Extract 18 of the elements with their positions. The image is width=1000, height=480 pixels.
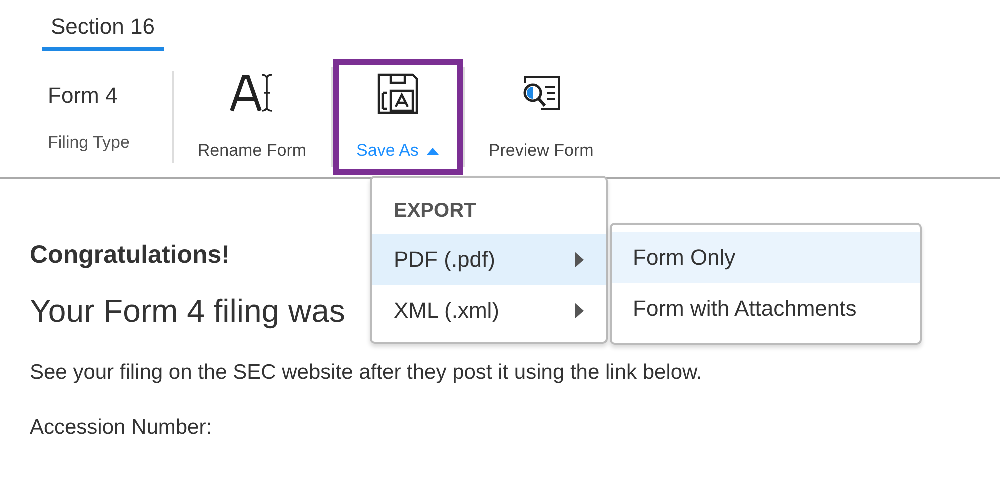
filing-type-label: Filing Type (48, 132, 130, 154)
filing-status-text: Your Form 4 filing was (30, 292, 346, 331)
text-cursor-icon (230, 73, 274, 113)
caret-icon (426, 147, 439, 156)
submenu-item[interactable]: Form with Attachments (612, 283, 920, 334)
submenu-item[interactable]: Form Only (612, 232, 920, 283)
menu-item[interactable]: PDF (.pdf) (372, 234, 606, 285)
toolbar-button[interactable]: Rename Form (174, 59, 331, 175)
accession-number-label: Accession Number: (30, 415, 214, 441)
instruction-text: See your filing on the SEC website after they post it using the link below. (30, 360, 704, 386)
chevron-right-icon (575, 252, 584, 268)
menu-header: EXPORT (393, 199, 478, 224)
menu-item[interactable]: XML (.xml) (372, 285, 606, 336)
congratulations-heading: Congratulations! (30, 240, 230, 271)
filing-type-value: Form 4 (48, 82, 119, 110)
section-tab[interactable]: Section 16 (42, 10, 164, 51)
chevron-right-icon (575, 302, 584, 318)
toolbar-button[interactable]: Preview Form (464, 59, 618, 175)
